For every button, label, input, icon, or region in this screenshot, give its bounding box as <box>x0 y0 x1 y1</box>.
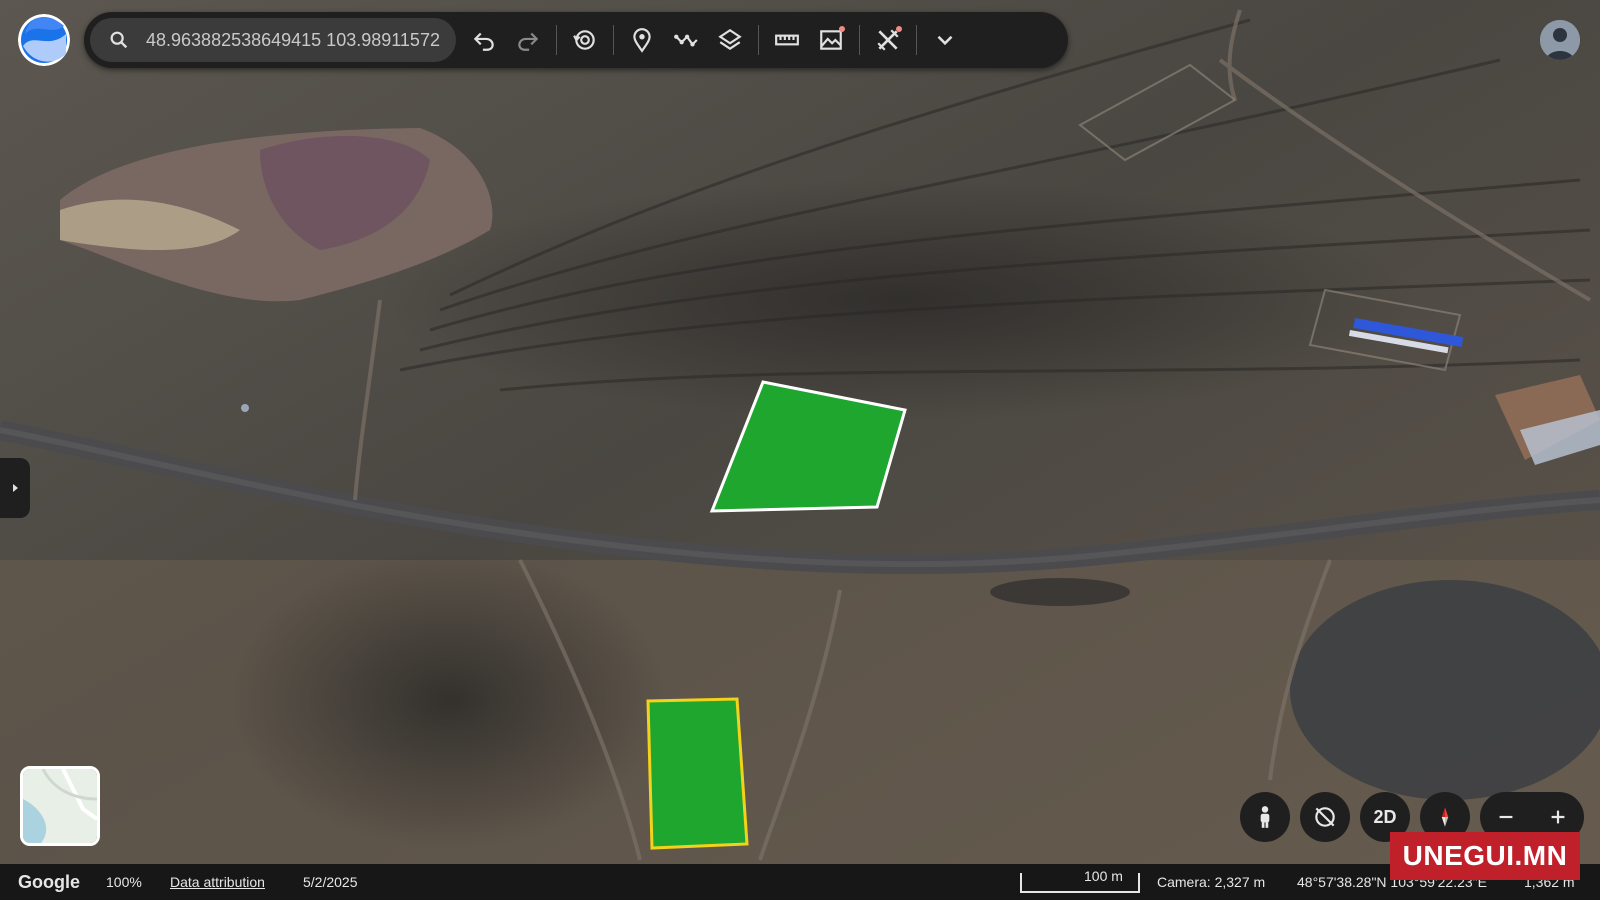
camera-altitude: Camera: 2,327 m <box>1157 874 1266 890</box>
pin-icon <box>633 28 651 53</box>
ruler-icon <box>775 34 799 46</box>
undo-button[interactable] <box>462 18 506 62</box>
rotation-off-icon <box>1315 807 1335 827</box>
compass-icon <box>1441 807 1449 827</box>
data-attribution-link[interactable]: Data attribution <box>170 874 265 890</box>
layers-button[interactable] <box>708 18 752 62</box>
history-button[interactable] <box>563 18 607 62</box>
toolbar-divider <box>758 25 759 55</box>
watermark-logo: UNEGUI.MN <box>1390 832 1580 880</box>
toolbar-divider <box>859 25 860 55</box>
add-placemark-button[interactable] <box>620 18 664 62</box>
toolbar-divider <box>916 25 917 55</box>
history-icon <box>573 30 595 50</box>
chevron-down-icon <box>937 35 953 46</box>
notification-dot <box>896 26 902 32</box>
notification-dot <box>839 26 845 32</box>
imagery-date: 5/2/2025 <box>303 874 358 890</box>
pegman-button[interactable] <box>1240 792 1290 842</box>
satellite-map[interactable] <box>0 0 1600 900</box>
account-avatar[interactable] <box>1540 20 1580 60</box>
map-type-thumbnail[interactable] <box>20 766 100 846</box>
zoom-percent: 100% <box>106 874 142 890</box>
draw-path-button[interactable] <box>664 18 708 62</box>
zoom-in-icon[interactable] <box>1547 806 1569 828</box>
top-toolbar <box>84 12 1068 68</box>
google-wordmark: Google <box>18 872 80 892</box>
expand-panel-button[interactable] <box>0 458 30 518</box>
tilt-toggle-button[interactable] <box>1300 792 1350 842</box>
tools-button[interactable] <box>866 18 910 62</box>
more-menu-button[interactable] <box>923 18 967 62</box>
plot-polygon-2 <box>646 697 749 850</box>
search-icon <box>110 31 128 49</box>
path-icon <box>674 34 698 47</box>
google-earth-logo[interactable] <box>18 14 70 66</box>
scale-bar <box>1020 873 1140 893</box>
map-style-button[interactable] <box>809 18 853 62</box>
measure-button[interactable] <box>765 18 809 62</box>
chevron-right-icon <box>13 484 18 492</box>
undo-icon <box>473 32 494 51</box>
search-input[interactable] <box>144 28 444 52</box>
toolbar-divider <box>556 25 557 55</box>
status-bar: Google 100% Data attribution 5/2/2025 10… <box>0 864 1600 900</box>
search-box[interactable] <box>90 18 456 62</box>
redo-icon <box>518 32 539 51</box>
zoom-out-icon[interactable] <box>1495 806 1517 828</box>
redo-button[interactable] <box>506 18 550 62</box>
toolbar-divider <box>613 25 614 55</box>
pegman-icon <box>1260 806 1270 828</box>
layers-icon <box>718 28 742 50</box>
